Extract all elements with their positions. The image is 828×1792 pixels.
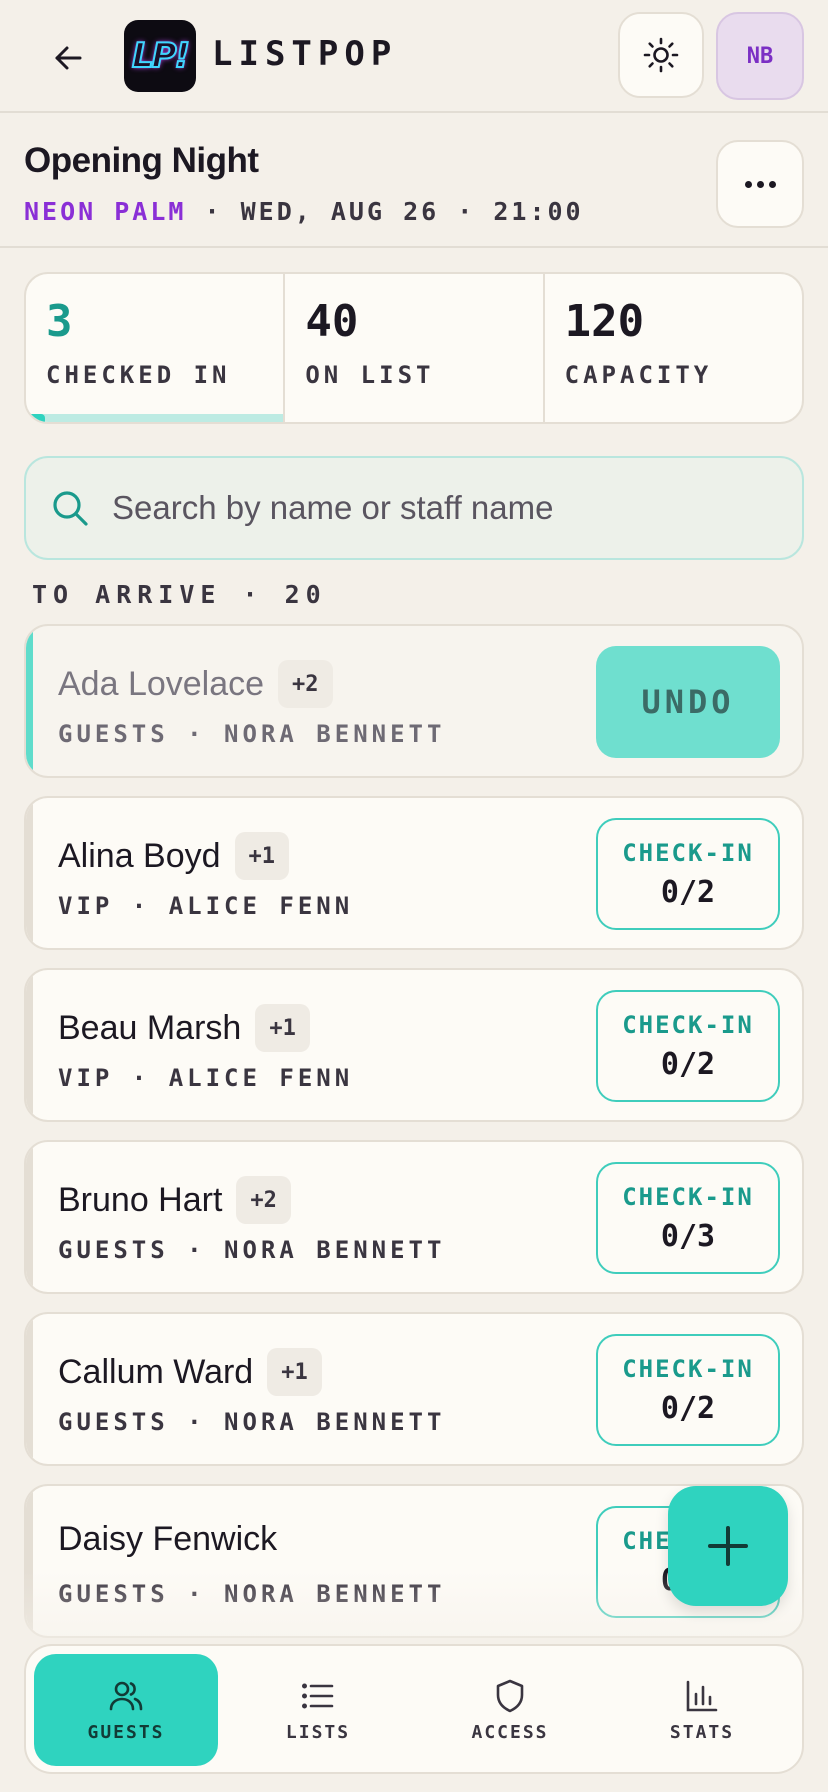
more-dot-icon [768,180,776,188]
search-icon [50,488,90,528]
check-in-label: CHECK-IN [622,1182,754,1211]
stat-on-list: 40 ON LIST [285,274,545,422]
guest-meta: VIP · ALICE FENN [58,1064,354,1092]
guest-card[interactable]: Alina Boyd +1 VIP · ALICE FENN CHECK-IN … [24,796,804,950]
check-in-label: CHECK-IN [622,1010,754,1039]
plus-ones-badge: +1 [267,1348,322,1396]
guest-meta: GUESTS · NORA BENNETT [58,1236,446,1264]
stat-label: ON LIST [305,361,435,389]
card-stripe [26,970,33,1120]
nav-stats[interactable]: STATS [610,1654,794,1766]
event-header: Opening Night NEON PALM · WED, AUG 26 · … [0,115,828,248]
nav-lists[interactable]: LISTS [226,1654,410,1766]
checked-in-progress-track [26,414,284,422]
guest-meta: GUESTS · NORA BENNETT [58,1580,446,1608]
guest-name-row: Beau Marsh +1 [58,1004,310,1052]
card-stripe [26,1314,33,1464]
stat-value: 3 [46,296,73,347]
guest-name-row: Alina Boyd +1 [58,832,290,880]
stat-label: CAPACITY [564,361,713,389]
app-header: LP! LISTPOP NB [0,0,828,113]
card-stripe [26,798,33,948]
shield-icon [496,1679,524,1712]
event-meta: NEON PALM · WED, AUG 26 · 21:00 [24,197,584,226]
check-in-count: 0/2 [660,1046,716,1082]
plus-ones-badge: +2 [236,1176,291,1224]
app-brand: LISTPOP [212,34,398,74]
plus-icon [708,1526,748,1566]
user-avatar[interactable]: NB [716,12,804,100]
check-in-count: 0/2 [660,874,716,910]
event-title: Opening Night [24,141,259,180]
guest-card[interactable]: Bruno Hart +2 GUESTS · NORA BENNETT CHEC… [24,1140,804,1294]
nav-guests[interactable]: GUESTS [34,1654,218,1766]
search-bar [24,456,804,560]
section-label: TO ARRIVE · 20 [32,580,327,609]
checked-in-progress-fill [26,414,46,422]
guest-meta: GUESTS · NORA BENNETT [58,720,446,748]
search-input[interactable] [112,489,752,527]
guest-card[interactable]: Beau Marsh +1 VIP · ALICE FENN CHECK-IN … [24,968,804,1122]
guest-card[interactable]: Callum Ward +1 GUESTS · NORA BENNETT CHE… [24,1312,804,1466]
plus-ones-badge: +1 [234,832,290,880]
nav-label: STATS [669,1721,735,1743]
event-date-time: · WED, AUG 26 · 21:00 [186,197,584,226]
add-guest-button[interactable] [668,1486,788,1606]
more-dot-icon [744,180,752,188]
arrow-left-icon [55,46,82,70]
guest-card[interactable]: Ada Lovelace +2 GUESTS · NORA BENNETT UN… [24,624,804,778]
guest-meta: GUESTS · NORA BENNETT [58,1408,446,1436]
guest-name: Bruno Hart [58,1180,223,1219]
nav-access[interactable]: ACCESS [418,1654,602,1766]
check-in-button[interactable]: CHECK-IN 0/2 [596,1334,780,1446]
stats-panel: 3 CHECKED IN 40 ON LIST 120 CAPACITY [24,272,804,424]
check-in-label: CHECK-IN [622,1354,754,1383]
card-stripe [26,1142,33,1292]
guest-name: Daisy Fenwick [58,1520,278,1558]
check-in-button[interactable]: CHECK-IN 0/3 [596,1162,780,1274]
event-venue: NEON PALM [24,197,187,226]
check-in-count: 0/3 [660,1218,716,1254]
stat-value: 120 [564,296,645,347]
stat-value: 40 [305,296,359,347]
checked-in-stripe [26,626,33,776]
undo-button[interactable]: UNDO [596,646,780,758]
guest-name: Ada Lovelace [58,664,265,703]
app-logo: LP! [124,20,196,92]
nav-label: GUESTS [87,1721,165,1743]
guest-name: Alina Boyd [58,836,221,875]
back-button[interactable] [44,34,92,82]
stat-checked-in: 3 CHECKED IN [26,274,286,422]
check-in-button[interactable]: CHECK-IN 0/2 [596,818,780,930]
check-in-label: CHECK-IN [622,838,754,867]
more-options-button[interactable] [716,140,804,228]
guest-name-row: Ada Lovelace +2 [58,660,333,708]
stat-label: CHECKED IN [46,361,231,389]
more-dot-icon [756,180,764,188]
plus-ones-badge: +2 [278,660,333,708]
bar-chart-icon [686,1680,718,1711]
guest-name-row: Bruno Hart +2 [58,1176,291,1224]
sun-icon [643,37,679,73]
theme-toggle-button[interactable] [618,12,704,98]
guest-name: Beau Marsh [58,1008,242,1047]
guest-meta: VIP · ALICE FENN [58,892,354,920]
plus-ones-badge: +1 [255,1004,310,1052]
check-in-count: 0/2 [660,1390,716,1426]
nav-label: LISTS [285,1721,351,1743]
guest-name-row: Daisy Fenwick [58,1520,277,1559]
stat-capacity: 120 CAPACITY [545,274,802,422]
nav-label: ACCESS [471,1721,549,1743]
bottom-nav: GUESTS LISTS ACCESS STATS [24,1644,804,1774]
guest-name-row: Callum Ward +1 [58,1348,322,1396]
list-icon [301,1683,334,1708]
guest-name: Callum Ward [58,1352,254,1391]
logo-text: LP! [131,35,191,77]
card-stripe [26,1486,33,1636]
users-icon [109,1681,143,1710]
check-in-button[interactable]: CHECK-IN 0/2 [596,990,780,1102]
